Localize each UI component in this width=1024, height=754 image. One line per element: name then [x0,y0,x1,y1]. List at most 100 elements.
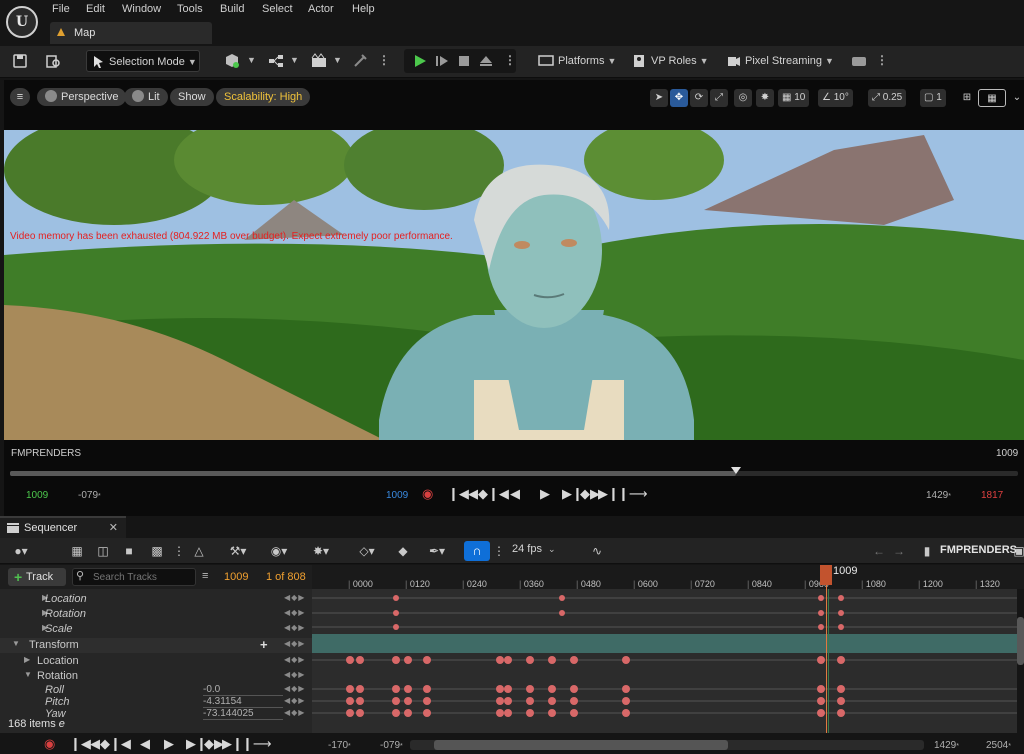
play-options-icon[interactable]: ⋮ [504,49,516,71]
play-icon[interactable] [412,53,428,69]
jump-to-start-icon[interactable]: ❙◀ [448,486,469,504]
world-icon[interactable]: ●▾ [12,542,30,560]
keyframe[interactable] [622,697,630,705]
keyframe[interactable] [392,685,400,693]
scale-snap-button[interactable]: ⤢ 0.25 [868,89,907,107]
key-navigation-icon[interactable]: ◀◆▶ [284,696,305,705]
perspective-button[interactable]: Perspective [37,88,127,106]
chevron-down-icon[interactable]: ▼ [333,55,342,65]
unreal-logo-icon[interactable]: U [6,6,38,38]
key-navigation-icon[interactable]: ◀◆▶ [284,670,305,679]
keyframe[interactable] [404,656,412,664]
eye-icon[interactable]: ◉▾ [264,542,294,560]
settings-device-icon[interactable] [851,53,867,69]
jump-to-end-icon[interactable]: ▶❙ [222,736,243,754]
tools-icon[interactable]: ⚒▾ [224,542,252,560]
save-icon[interactable]: ▦ [68,542,86,560]
pixel-streaming-dropdown[interactable]: Pixel Streaming ▼ [727,50,834,72]
menu-file[interactable]: File [52,3,70,15]
rotate-tool-icon[interactable]: ⟳ [690,89,708,107]
keyframe[interactable] [837,697,845,705]
keyframe[interactable] [392,697,400,705]
surface-snap-icon[interactable]: ✸ [756,89,774,107]
keyframe[interactable] [570,697,578,705]
search-tracks-input[interactable] [72,568,196,586]
snap-options-icon[interactable]: ⋮ [490,542,508,560]
viewport-render[interactable] [4,130,1024,440]
chevron-down-icon[interactable]: ▼ [247,55,256,65]
keyframe[interactable] [817,656,825,664]
layout-icon[interactable]: ▦ [978,89,1006,107]
keyframe[interactable] [548,709,556,717]
world-space-icon[interactable]: ◎ [734,89,752,107]
keyframe[interactable] [496,709,504,717]
brush-icon[interactable]: ✒▾ [422,542,452,560]
scale-tool-icon[interactable]: ⤢ [710,89,728,107]
keyframe[interactable] [356,697,364,705]
keyframe[interactable] [504,656,512,664]
keyframe[interactable] [346,709,354,717]
key-options-icon[interactable]: ◆ [394,542,412,560]
keyframe[interactable] [393,624,399,630]
curve-editor-icon[interactable]: ∿ [588,542,606,560]
record-icon[interactable]: ◉ [44,736,55,754]
menu-actor[interactable]: Actor [308,3,334,15]
playhead-handle[interactable] [820,565,832,585]
keyframe[interactable] [548,697,556,705]
key-interpolation-icon[interactable]: ◇▾ [352,542,382,560]
keyframe[interactable] [837,709,845,717]
keyframe[interactable] [838,595,844,601]
camera-speed-button[interactable]: ▢ 1 [920,89,946,107]
track-row[interactable]: ▼ Transform + ◀◆▶ [0,637,312,653]
fps-dropdown[interactable]: 24 fps ⌄ [512,543,556,555]
collapse-arrow-icon[interactable]: ▼ [24,670,32,679]
translate-tool-icon[interactable]: ✥ [670,89,688,107]
browse-content-icon[interactable] [45,53,61,69]
key-navigation-icon[interactable]: ◀◆▶ [284,655,305,664]
keyframe[interactable] [346,697,354,705]
step-back-icon[interactable]: ❙◀ [110,736,131,754]
blueprint-icon[interactable] [268,53,284,69]
time-ruler[interactable]: | 0000 | 0120 | 0240 | 0360 | 0480 | 0600 | 07… [312,565,1024,589]
keyframe[interactable] [392,709,400,717]
lit-button[interactable]: Lit [124,88,168,106]
map-tab[interactable]: Map [50,22,212,44]
keyframe[interactable] [423,656,431,664]
horizontal-scrollbar[interactable] [434,740,728,750]
key-navigation-icon[interactable]: ◀◆▶ [284,623,305,632]
keyframe[interactable] [423,697,431,705]
keyframe[interactable] [346,685,354,693]
step-back-icon[interactable]: ❙◀ [488,486,509,504]
keyframe[interactable] [346,656,354,664]
keyframe[interactable] [404,709,412,717]
step-icon[interactable] [434,53,450,69]
channel-value-field[interactable]: -73.144025 [203,708,283,720]
chevron-down-icon[interactable]: ▼ [290,55,299,65]
keyframe[interactable] [526,709,534,717]
keyframe[interactable] [526,697,534,705]
keyframe[interactable] [837,656,845,664]
close-icon[interactable]: ✕ [109,521,118,534]
expand-arrow-icon[interactable]: ▶ [24,655,30,664]
add-section-icon[interactable]: + [260,637,268,652]
vertical-scrollbar[interactable] [1017,617,1024,665]
stop-icon[interactable] [456,53,472,69]
record-icon[interactable]: ◉ [422,486,433,504]
prev-key-icon[interactable]: ◀◆ [468,486,488,504]
keyframe[interactable] [356,685,364,693]
prev-key-icon[interactable]: ◀◆ [90,736,110,754]
play-forward-icon[interactable]: ▶ [540,486,550,504]
menu-window[interactable]: Window [122,3,161,15]
camera-icon[interactable]: ■ [120,542,138,560]
loop-icon[interactable]: ❙⟶ [618,486,648,504]
more-options-icon[interactable]: ⋮ [170,542,188,560]
snap-magnet-button[interactable]: ∩ [464,541,490,561]
keyframe[interactable] [356,709,364,717]
render-movie-icon[interactable]: ▩ [148,542,166,560]
lock-icon[interactable]: ▣ [1010,542,1024,560]
menu-edit[interactable]: Edit [86,3,105,15]
keyframe[interactable] [423,685,431,693]
keyframe[interactable] [496,697,504,705]
track-row[interactable]: ▶ Location ◀◆▶ [0,592,312,607]
keyframe[interactable] [548,685,556,693]
